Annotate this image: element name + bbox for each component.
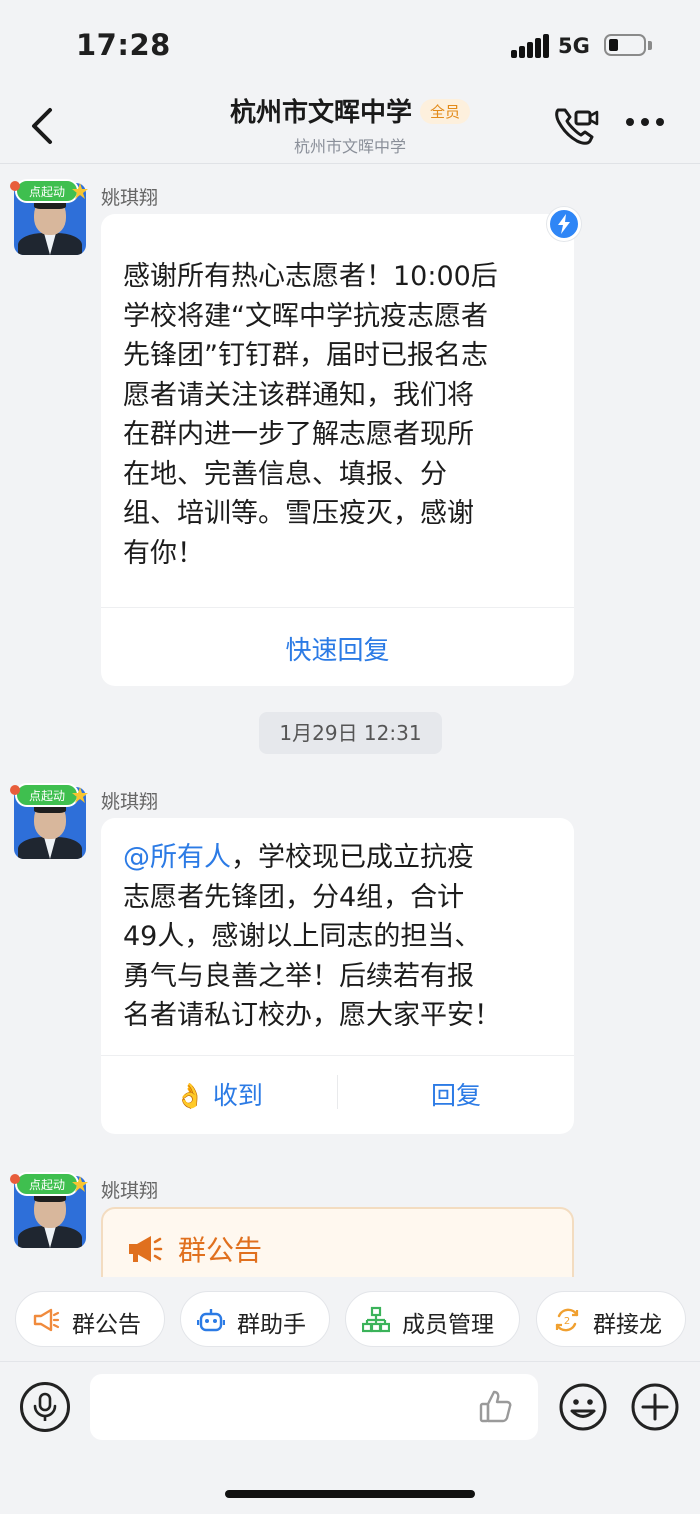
message-bubble[interactable]: 感谢所有热心志愿者！10:00后 学校将建“文晖中学抗疫志愿者 先锋团”钉钉群，…	[101, 214, 574, 686]
robot-icon	[197, 1309, 225, 1332]
toolbar-announcement-button[interactable]: 群公告	[15, 1291, 165, 1347]
thumbs-up-icon[interactable]	[478, 1388, 514, 1424]
bubble-divider	[101, 607, 574, 608]
avatar-tag-label: 点起动	[29, 185, 65, 199]
avatar-tag-label: 点起动	[29, 1178, 65, 1192]
announcement-label: 群公告	[178, 1234, 263, 1267]
bubble-divider	[101, 1055, 574, 1056]
toolbar-label: 群公告	[72, 1312, 141, 1338]
toolbar-label: 群接龙	[593, 1312, 662, 1338]
toolbar-assistant-button[interactable]: 群助手	[180, 1291, 330, 1347]
message-input-box[interactable]	[90, 1374, 538, 1440]
quick-toolbar: 群公告 群助手 成员管理 2 群接龙	[0, 1277, 700, 1361]
reply-button[interactable]: 回复	[338, 1076, 574, 1112]
message-bubble[interactable]: @所有人，学校现已成立抗疫 志愿者先锋团，分4组，合计 49人，感谢以上同志的担…	[101, 818, 574, 1134]
toolbar-label: 群助手	[237, 1312, 306, 1338]
acknowledge-button[interactable]: 👌 收到	[101, 1076, 337, 1112]
mention-all-link[interactable]: @所有人	[123, 842, 231, 873]
org-tree-icon	[362, 1306, 390, 1333]
network-label: 5G	[558, 34, 590, 58]
plus-icon[interactable]	[630, 1382, 680, 1432]
all-members-badge: 全员	[420, 99, 471, 124]
chat-header: 杭州市文晖中学 全员 杭州市文晖中学	[0, 92, 700, 164]
megaphone-icon	[129, 1236, 163, 1262]
voice-button[interactable]	[20, 1382, 70, 1432]
toolbar-members-button[interactable]: 成员管理	[345, 1291, 520, 1347]
message-text: 感谢所有热心志愿者！10:00后 学校将建“文晖中学抗疫志愿者 先锋团”钉钉群，…	[123, 261, 498, 569]
status-time: 17:28	[76, 28, 171, 62]
message-text: @所有人，学校现已成立抗疫 志愿者先锋团，分4组，合计 49人，感谢以上同志的担…	[123, 842, 501, 1031]
avatar-tag-badge: 点起动	[10, 783, 88, 807]
toolbar-relay-button[interactable]: 2 群接龙	[536, 1291, 686, 1347]
battery-icon	[604, 34, 646, 56]
sender-name: 姚琪翔	[101, 1180, 159, 1202]
message-input[interactable]	[104, 1374, 464, 1440]
svg-text:2: 2	[564, 1316, 570, 1327]
avatar-tag-label: 点起动	[29, 789, 65, 803]
relay-icon: 2	[555, 1308, 579, 1332]
acknowledge-label: 收到	[212, 1081, 263, 1110]
ding-icon	[547, 207, 581, 241]
megaphone-icon	[33, 1308, 60, 1332]
toolbar-label: 成员管理	[402, 1312, 494, 1338]
avatar-tag-badge: 点起动	[10, 1172, 88, 1196]
microphone-icon	[33, 1392, 57, 1421]
sender-name: 姚琪翔	[101, 187, 159, 209]
ok-hand-icon: 👌	[175, 1082, 205, 1110]
home-indicator[interactable]	[225, 1490, 475, 1498]
sender-name: 姚琪翔	[101, 791, 159, 813]
chat-title: 杭州市文晖中学	[229, 98, 412, 128]
avatar-tag-badge: 点起动	[10, 179, 88, 203]
more-icon[interactable]	[624, 118, 666, 130]
emoji-icon[interactable]	[558, 1382, 608, 1432]
status-bar: 17:28 5G	[0, 0, 700, 92]
signal-icon	[511, 34, 549, 58]
quick-reply-button[interactable]: 快速回复	[101, 630, 574, 667]
timestamp-divider: 1月29日 12:31	[259, 712, 442, 754]
video-call-icon[interactable]	[552, 104, 600, 146]
